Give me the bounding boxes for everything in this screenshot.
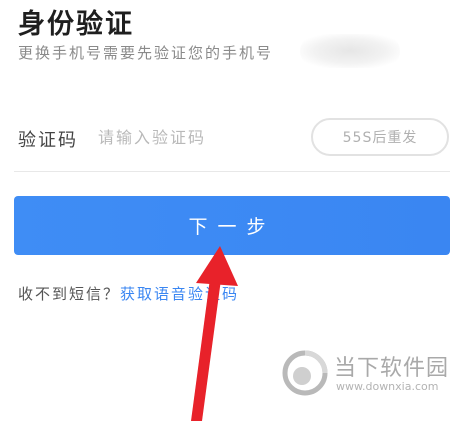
no-sms-question: 收不到短信？ — [18, 285, 121, 303]
voice-code-link[interactable]: 获取语音验证码 — [120, 285, 239, 303]
divider — [14, 171, 450, 172]
watermark-logo-icon — [282, 350, 328, 396]
resend-code-button[interactable]: 55S后重发 — [311, 118, 449, 156]
watermark-name: 当下软件园 — [334, 356, 450, 381]
verification-code-row: 验证码 55S后重发 — [0, 112, 466, 172]
next-step-button[interactable]: 下一步 — [14, 196, 450, 255]
verification-code-label: 验证码 — [18, 130, 78, 151]
phone-number-blurred — [300, 34, 400, 68]
page-subtitle: 更换手机号需要先验证您的手机号 — [18, 44, 274, 62]
watermark: 当下软件园 www.downxia.com — [282, 346, 462, 406]
help-text: 收不到短信？获取语音验证码 — [18, 283, 239, 304]
verification-code-input[interactable] — [98, 122, 298, 152]
page-title: 身份验证 — [18, 9, 134, 40]
watermark-url: www.downxia.com — [336, 380, 439, 393]
